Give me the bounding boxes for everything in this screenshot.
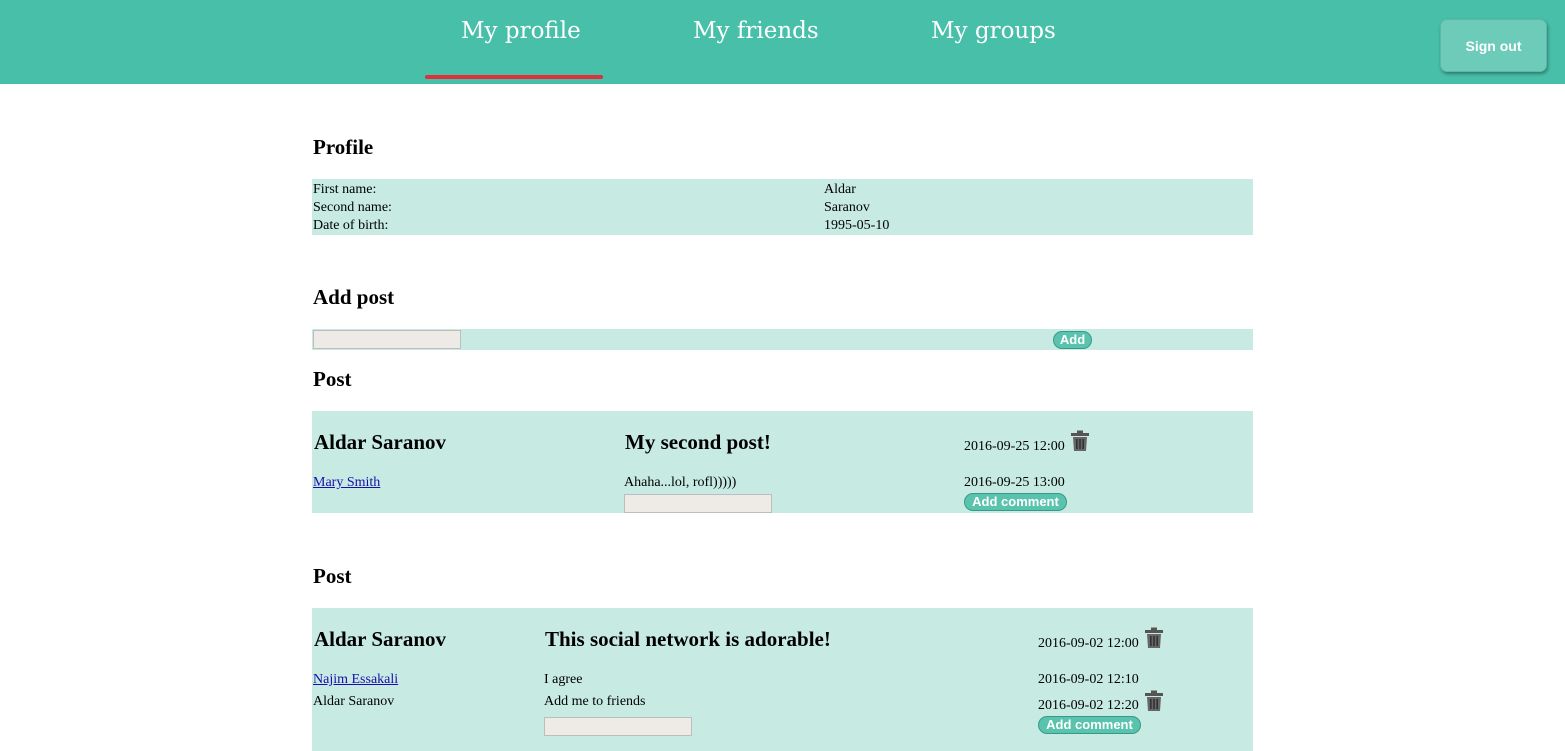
comment-author-link[interactable]: Najim Essakali (313, 672, 398, 688)
first-name-label: First name: (313, 182, 377, 197)
comment-time: 2016-09-02 12:20 (1038, 698, 1139, 713)
top-nav-bar: My profile My friends My groups Sign out (0, 0, 1565, 84)
add-comment-button[interactable]: Add comment (1038, 716, 1141, 734)
post-author: Aldar Saranov (314, 627, 447, 651)
active-tab-indicator (425, 75, 603, 79)
comment-time: 2016-09-25 13:00 (964, 475, 1065, 490)
post-author: Aldar Saranov (314, 430, 447, 454)
trash-icon[interactable] (1144, 690, 1164, 712)
post-card: Aldar Saranov My second post! 2016-09-25… (312, 411, 1253, 513)
trash-icon[interactable] (1070, 430, 1090, 452)
post-text: My second post! (625, 430, 771, 454)
tab-my-friends[interactable]: My friends (693, 18, 819, 44)
post-card: Aldar Saranov This social network is ado… (312, 608, 1253, 751)
comment-author-link[interactable]: Mary Smith (313, 475, 380, 491)
second-name-label: Second name: (313, 200, 392, 215)
post-heading: Post (313, 564, 352, 588)
comment-text: Ahaha...lol, rofl))))) (624, 475, 737, 490)
post-text: This social network is adorable! (545, 627, 831, 651)
trash-icon[interactable] (1144, 627, 1164, 649)
date-of-birth-label: Date of birth: (313, 218, 389, 233)
tab-my-groups[interactable]: My groups (931, 18, 1056, 44)
add-comment-button[interactable]: Add comment (964, 493, 1067, 511)
comment-time: 2016-09-02 12:10 (1038, 672, 1139, 687)
add-post-button[interactable]: Add (1053, 331, 1092, 349)
profile-table: First name: Aldar Second name: Saranov D… (312, 179, 1253, 235)
first-name-value: Aldar (824, 182, 856, 197)
profile-heading: Profile (313, 135, 374, 159)
comment-author: Aldar Saranov (313, 694, 395, 709)
comment-input[interactable] (624, 494, 772, 513)
add-post-heading: Add post (313, 285, 395, 309)
sign-out-button[interactable]: Sign out (1440, 19, 1547, 72)
comment-text: Add me to friends (544, 694, 646, 709)
tab-my-profile[interactable]: My profile (461, 18, 581, 44)
new-post-input[interactable] (313, 330, 461, 349)
comment-input[interactable] (544, 717, 692, 736)
second-name-value: Saranov (824, 200, 870, 215)
post-time: 2016-09-02 12:00 (1038, 636, 1139, 651)
post-heading: Post (313, 367, 352, 391)
add-post-form: Add (312, 329, 1253, 350)
comment-text: I agree (544, 672, 583, 687)
date-of-birth-value: 1995-05-10 (824, 218, 890, 233)
post-time: 2016-09-25 12:00 (964, 439, 1065, 454)
